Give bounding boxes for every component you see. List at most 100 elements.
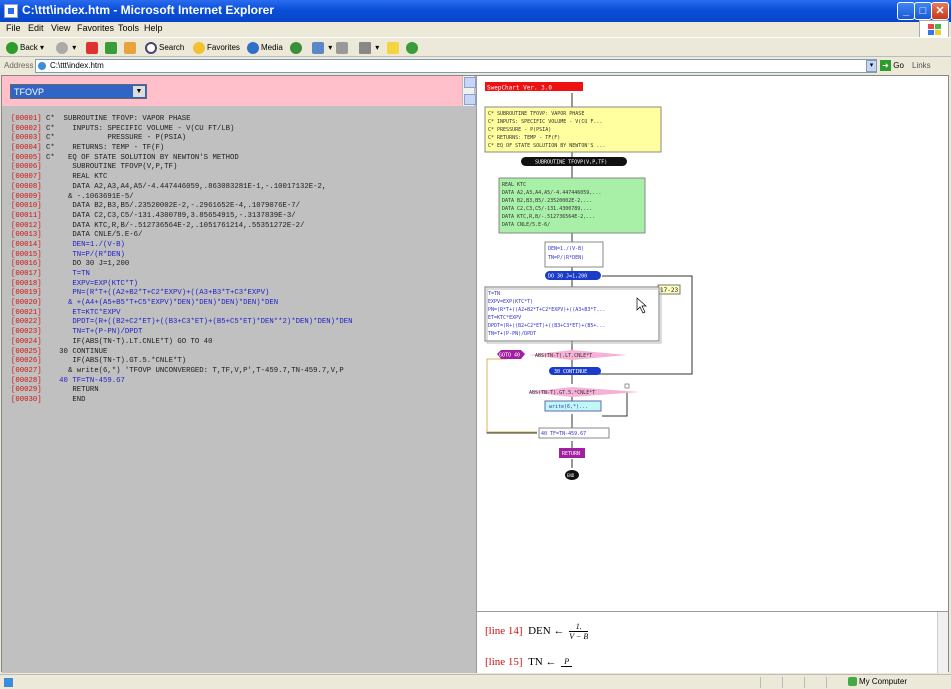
stop-button[interactable] — [86, 40, 100, 56]
line-number[interactable]: [00013] — [11, 231, 42, 239]
favorites-label: Favorites — [207, 43, 240, 52]
line-number[interactable]: [00023] — [11, 328, 42, 336]
status-cell — [782, 677, 802, 688]
address-input[interactable]: C:\ttt\index.htm — [35, 59, 877, 73]
line-number[interactable]: [00021] — [11, 309, 42, 317]
line-number[interactable]: [00029] — [11, 386, 42, 394]
code-text: & +(A4+(A5+B5*T+C5*EXPV)*DEN)*DEN)*DEN)*… — [46, 299, 279, 308]
line-number[interactable]: [00014] — [11, 241, 42, 249]
edit-button[interactable]: ▾ — [359, 40, 379, 56]
line-number[interactable]: [00012] — [11, 222, 42, 230]
code-line: [00028] 40 TF=TN-459.67 — [11, 377, 353, 387]
line-number[interactable]: [00016] — [11, 260, 42, 268]
code-line: [00018] EXPV=EXP(KTC*T) — [11, 280, 353, 290]
code-text: TN=P/(R*DEN) — [46, 250, 125, 259]
code-line: [00014] DEN=1./(V-B) — [11, 241, 353, 251]
back-button[interactable]: Back ▾ — [6, 40, 44, 56]
menu-view[interactable]: View — [51, 23, 70, 33]
status-bar: My Computer — [0, 674, 951, 689]
line-number[interactable]: [00011] — [11, 212, 42, 220]
line-number[interactable]: [00028] — [11, 377, 42, 385]
menu-help[interactable]: Help — [144, 23, 163, 33]
forward-arrow-icon — [56, 41, 68, 54]
print-button[interactable] — [336, 40, 350, 56]
favorites-button[interactable]: Favorites — [193, 40, 240, 56]
line-number[interactable]: [00010] — [11, 202, 42, 210]
formula-pane-scrollbar[interactable] — [937, 612, 948, 673]
menu-file[interactable]: File — [6, 23, 21, 33]
line-number[interactable]: [00002] — [11, 125, 42, 133]
subroutine-selector-bar: TFOVP ▼ — [2, 76, 462, 106]
line-number[interactable]: [00005] — [11, 154, 42, 162]
line-number[interactable]: [00008] — [11, 183, 42, 191]
line-number[interactable]: [00022] — [11, 318, 42, 326]
line-number[interactable]: [00001] — [11, 115, 42, 123]
line-number[interactable]: [00007] — [11, 173, 42, 181]
selector-scrollbar[interactable] — [462, 76, 476, 106]
refresh-button[interactable] — [105, 40, 119, 56]
code-line: [00007] REAL KTC — [11, 173, 353, 183]
comment-line: C* SUBROUTINE TFOVP: VAPOR PHASE — [488, 111, 584, 117]
code-text: DPDT=(R+((B2+C2*ET)+((B3+C3*ET)+(B5+C5*E… — [46, 318, 353, 327]
discuss-button[interactable] — [387, 40, 401, 56]
end-label: END — [567, 473, 575, 478]
status-cell — [826, 677, 846, 688]
links-button[interactable]: Links — [912, 61, 931, 70]
declaration-line: DATA A2,A3,A4,A5/-4.447446059,... — [502, 190, 601, 196]
line-number[interactable]: [00030] — [11, 396, 42, 404]
code-line: [00003] C* PRESSURE - P(PSIA) — [11, 134, 353, 144]
close-button[interactable]: ✕ — [931, 2, 949, 20]
code-text: REAL KTC — [46, 173, 108, 182]
ie-window-icon[interactable] — [4, 4, 18, 18]
subroutine-select-value: TFOVP — [14, 87, 45, 97]
mail-button[interactable]: ▾ — [312, 40, 332, 56]
line-number[interactable]: [00017] — [11, 270, 42, 278]
menu-tools[interactable]: Tools — [118, 23, 139, 33]
history-button[interactable] — [290, 40, 304, 56]
code-line: [00030] END — [11, 396, 353, 406]
address-dropdown-button[interactable]: ▾ — [866, 60, 877, 72]
go-arrow-icon: ➜ — [880, 60, 891, 72]
menu-favorites[interactable]: Favorites — [77, 23, 114, 33]
line-number[interactable]: [00015] — [11, 251, 42, 259]
line-number[interactable]: [00018] — [11, 280, 42, 288]
page-status-icon — [4, 678, 13, 687]
subroutine-select[interactable]: TFOVP ▼ — [10, 84, 147, 99]
home-icon — [124, 41, 136, 54]
search-button[interactable]: Search — [145, 40, 184, 56]
menu-edit[interactable]: Edit — [28, 23, 44, 33]
line-number[interactable]: [00025] — [11, 348, 42, 356]
line-number[interactable]: [00004] — [11, 144, 42, 152]
code-line: [00012] DATA KTC,R,B/-.512736564E-2,.105… — [11, 222, 353, 232]
forward-button[interactable]: ▾ — [56, 40, 76, 56]
line-number[interactable]: [00019] — [11, 289, 42, 297]
line-number[interactable]: [00026] — [11, 357, 42, 365]
write-label: write(6,*)... — [549, 404, 588, 410]
go-button[interactable]: ➜ Go — [880, 59, 904, 73]
code-line: [00017] T=TN — [11, 270, 353, 280]
do-loop-label: DO 30 J=1,200 — [548, 274, 587, 280]
minimize-button[interactable]: _ — [897, 2, 915, 20]
code-text: PN=(R*T+((A2+B2*T+C2*EXPV)+((A3+B3*T+C3*… — [46, 289, 270, 298]
code-line: [00008] DATA A2,A3,A4,A5/-4.447446059,.8… — [11, 183, 353, 193]
code-line: [00013] DATA CNLE/5.E-6/ — [11, 231, 353, 241]
search-label: Search — [159, 43, 185, 52]
line-number[interactable]: [00020] — [11, 299, 42, 307]
line-number[interactable]: [00009] — [11, 193, 42, 201]
line-number[interactable]: [00003] — [11, 134, 42, 142]
flowchart-pane: SwepChart Ver. 3.0 C* SUBROUTINE TFOVP: … — [476, 76, 948, 673]
code-text: 30 CONTINUE — [46, 347, 108, 356]
line-number[interactable]: [00024] — [11, 338, 42, 346]
messenger-button[interactable] — [406, 40, 420, 56]
code-line: [00005] C* EQ OF STATE SOLUTION BY NEWTO… — [11, 154, 353, 164]
go-label: Go — [893, 61, 904, 70]
code-text: C* SUBROUTINE TFOVP: VAPOR PHASE — [46, 115, 191, 123]
source-code-listing: [00001] C* SUBROUTINE TFOVP: VAPOR PHASE… — [11, 115, 353, 406]
media-button[interactable]: Media — [247, 40, 283, 56]
line-number[interactable]: [00027] — [11, 367, 42, 375]
line-number[interactable]: [00006] — [11, 163, 42, 171]
maximize-button[interactable]: □ — [914, 2, 932, 20]
assign-arrow-icon: ← — [553, 625, 565, 638]
home-button[interactable] — [124, 40, 138, 56]
code-text: SUBROUTINE TFOVP(V,P,TF) — [46, 163, 178, 172]
